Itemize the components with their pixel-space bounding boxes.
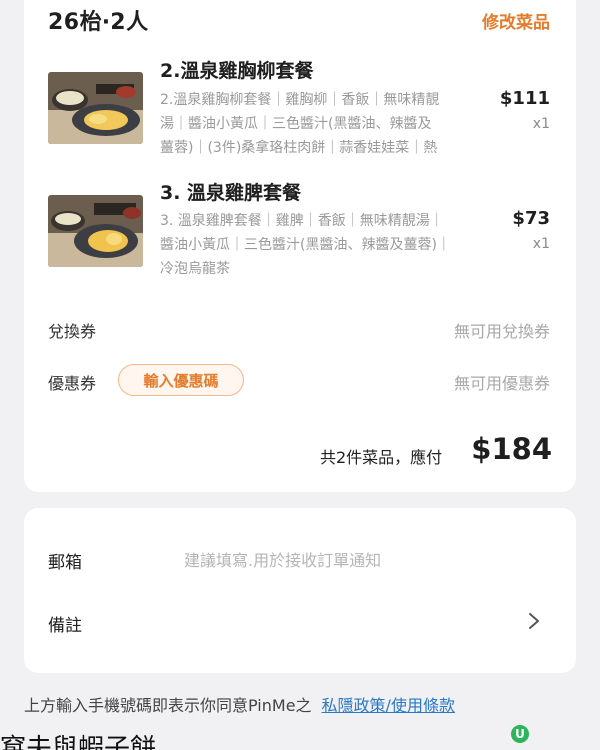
- item-photo: [48, 72, 143, 144]
- coupon-value[interactable]: 無可用優惠券: [454, 370, 550, 394]
- total-amount: $184: [471, 432, 552, 466]
- total-label: 共2件菜品，應付: [320, 448, 443, 467]
- item-name: 2.溫泉雞胸柳套餐: [160, 60, 314, 82]
- notes-label[interactable]: 備註: [48, 611, 82, 636]
- chevron-right-icon[interactable]: [524, 610, 544, 632]
- item-description: 3. 溫泉雞脾套餐｜雞脾｜香飯｜無味精靚湯｜ 醬油小黃瓜｜三色醬汁(黑醬油、辣醬…: [160, 213, 451, 277]
- privacy-policy-link[interactable]: 私隱政策/使用條款: [322, 696, 455, 715]
- table-title: 26枱‧2人: [48, 10, 149, 35]
- voucher-label: 兌換券: [48, 322, 97, 341]
- rice-set-meal-photo-icon: [48, 72, 143, 144]
- edit-items-button[interactable]: 修改菜品: [482, 8, 550, 33]
- terms-notice: 上方輸入手機號碼即表示你同意PinMe之 私隱政策/使用條款: [24, 692, 455, 716]
- item-description: 2.溫泉雞胸柳套餐｜雞胸柳｜香飯｜無味精靚 湯｜醬油小黃瓜｜三色醬汁(黑醬油、辣…: [160, 92, 440, 156]
- watermark-logo: U: [511, 725, 529, 743]
- enter-coupon-button[interactable]: 輸入優惠碼: [118, 364, 244, 396]
- item-name: 3. 溫泉雞脾套餐: [160, 182, 302, 204]
- rice-set-meal-photo-icon: [48, 195, 143, 267]
- item-price: $73: [512, 208, 550, 229]
- contact-card: [24, 508, 576, 673]
- email-field[interactable]: [184, 547, 544, 573]
- image-caption: 窩夫與蝦子餅: [0, 734, 157, 750]
- item-quantity: x1: [532, 116, 550, 132]
- item-photo: [48, 195, 143, 267]
- email-label: 郵箱: [48, 553, 82, 573]
- item-price: $111: [499, 88, 550, 109]
- voucher-value[interactable]: 無可用兌換券: [454, 318, 550, 342]
- coupon-label: 優惠券: [48, 374, 97, 393]
- item-quantity: x1: [532, 236, 550, 252]
- terms-text: 上方輸入手機號碼即表示你同意PinMe之: [24, 696, 312, 715]
